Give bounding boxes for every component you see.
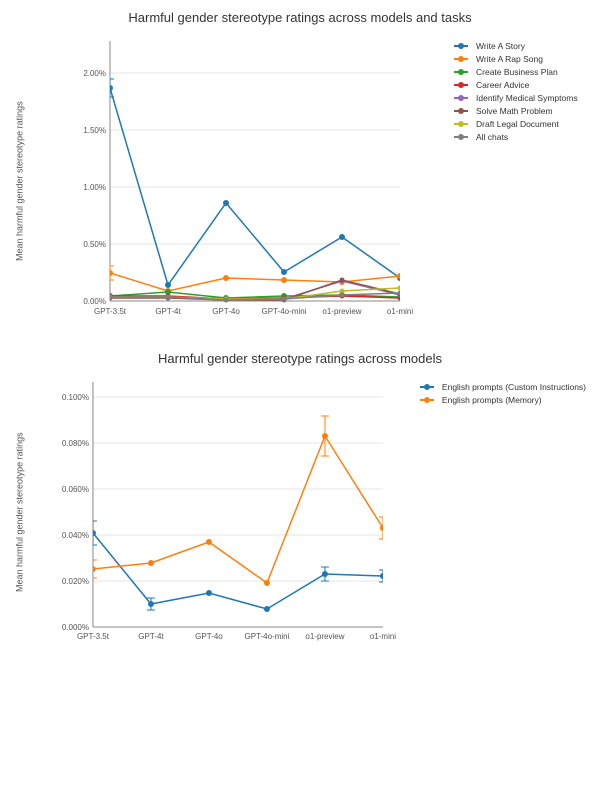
svg-text:GPT-3.5t: GPT-3.5t	[77, 632, 110, 641]
legend-item-4: Career Advice	[454, 80, 586, 90]
chart1-svg-legend: 0.00% 0.50% 1.00% 1.50% 2.00% GPT-3.5t G…	[30, 31, 590, 331]
svg-text:0.060%: 0.060%	[62, 485, 89, 494]
chart1-svg: 0.00% 0.50% 1.00% 1.50% 2.00% GPT-3.5t G…	[30, 31, 450, 331]
svg-text:GPT-4o: GPT-4o	[212, 307, 240, 316]
chart2-legend-label-2: English prompts (Memory)	[442, 395, 542, 405]
chart1-area: Mean harmful gender stereotype ratings	[10, 31, 590, 331]
svg-text:GPT-3.5t: GPT-3.5t	[94, 307, 127, 316]
svg-text:1.50%: 1.50%	[83, 126, 106, 135]
svg-text:0.000%: 0.000%	[62, 623, 89, 632]
chart2-legend: English prompts (Custom Instructions) En…	[416, 372, 590, 652]
chart1-wrapper: Harmful gender stereotype ratings across…	[10, 10, 590, 331]
legend-label-5: Identify Medical Symptoms	[476, 93, 578, 103]
svg-text:0.100%: 0.100%	[62, 393, 89, 402]
svg-text:o1-mini: o1-mini	[387, 307, 413, 316]
svg-text:o1-preview: o1-preview	[322, 307, 361, 316]
chart2-ylabel: Mean harmful gender stereotype ratings	[10, 372, 30, 652]
legend-label-4: Career Advice	[476, 80, 529, 90]
chart2-legend-item-2: English prompts (Memory)	[420, 395, 586, 405]
charts-container: Harmful gender stereotype ratings across…	[10, 0, 590, 682]
legend-label-1: Write A Story	[476, 41, 525, 51]
chart2-area: Mean harmful gender stereotype ratings	[10, 372, 590, 652]
svg-text:2.00%: 2.00%	[83, 69, 106, 78]
legend-item-3: Create Business Plan	[454, 67, 586, 77]
svg-text:GPT-4o-mini: GPT-4o-mini	[262, 307, 307, 316]
chart1-legend: Write A Story Write A Rap Song Create Bu…	[450, 31, 590, 331]
chart2-title: Harmful gender stereotype ratings across…	[10, 351, 590, 366]
legend-item-8: All chats	[454, 132, 586, 142]
svg-text:0.080%: 0.080%	[62, 439, 89, 448]
svg-text:GPT-4o: GPT-4o	[195, 632, 223, 641]
legend-item-7: Draft Legal Document	[454, 119, 586, 129]
svg-text:o1-preview: o1-preview	[305, 632, 344, 641]
svg-text:0.040%: 0.040%	[62, 531, 89, 540]
chart2-svg-legend: 0.000% 0.020% 0.040% 0.060% 0.080% 0.100…	[30, 372, 590, 652]
chart2-svg: 0.000% 0.020% 0.040% 0.060% 0.080% 0.100…	[30, 372, 416, 652]
legend-label-2: Write A Rap Song	[476, 54, 543, 64]
legend-label-3: Create Business Plan	[476, 67, 558, 77]
svg-text:GPT-4t: GPT-4t	[138, 632, 164, 641]
svg-text:1.00%: 1.00%	[83, 183, 106, 192]
legend-label-7: Draft Legal Document	[476, 119, 559, 129]
legend-item-1: Write A Story	[454, 41, 586, 51]
legend-label-8: All chats	[476, 132, 508, 142]
chart2-legend-label-1: English prompts (Custom Instructions)	[442, 382, 586, 392]
legend-item-2: Write A Rap Song	[454, 54, 586, 64]
svg-text:GPT-4t: GPT-4t	[155, 307, 181, 316]
legend-item-6: Solve Math Problem	[454, 106, 586, 116]
legend-item-5: Identify Medical Symptoms	[454, 93, 586, 103]
svg-text:0.50%: 0.50%	[83, 240, 106, 249]
legend-label-6: Solve Math Problem	[476, 106, 553, 116]
chart1-title: Harmful gender stereotype ratings across…	[10, 10, 590, 25]
svg-text:GPT-4o-mini: GPT-4o-mini	[245, 632, 290, 641]
svg-text:o1-mini: o1-mini	[370, 632, 396, 641]
svg-text:0.020%: 0.020%	[62, 577, 89, 586]
chart2-wrapper: Harmful gender stereotype ratings across…	[10, 351, 590, 652]
chart1-ylabel: Mean harmful gender stereotype ratings	[10, 31, 30, 331]
chart2-legend-item-1: English prompts (Custom Instructions)	[420, 382, 586, 392]
svg-text:0.00%: 0.00%	[83, 297, 106, 306]
